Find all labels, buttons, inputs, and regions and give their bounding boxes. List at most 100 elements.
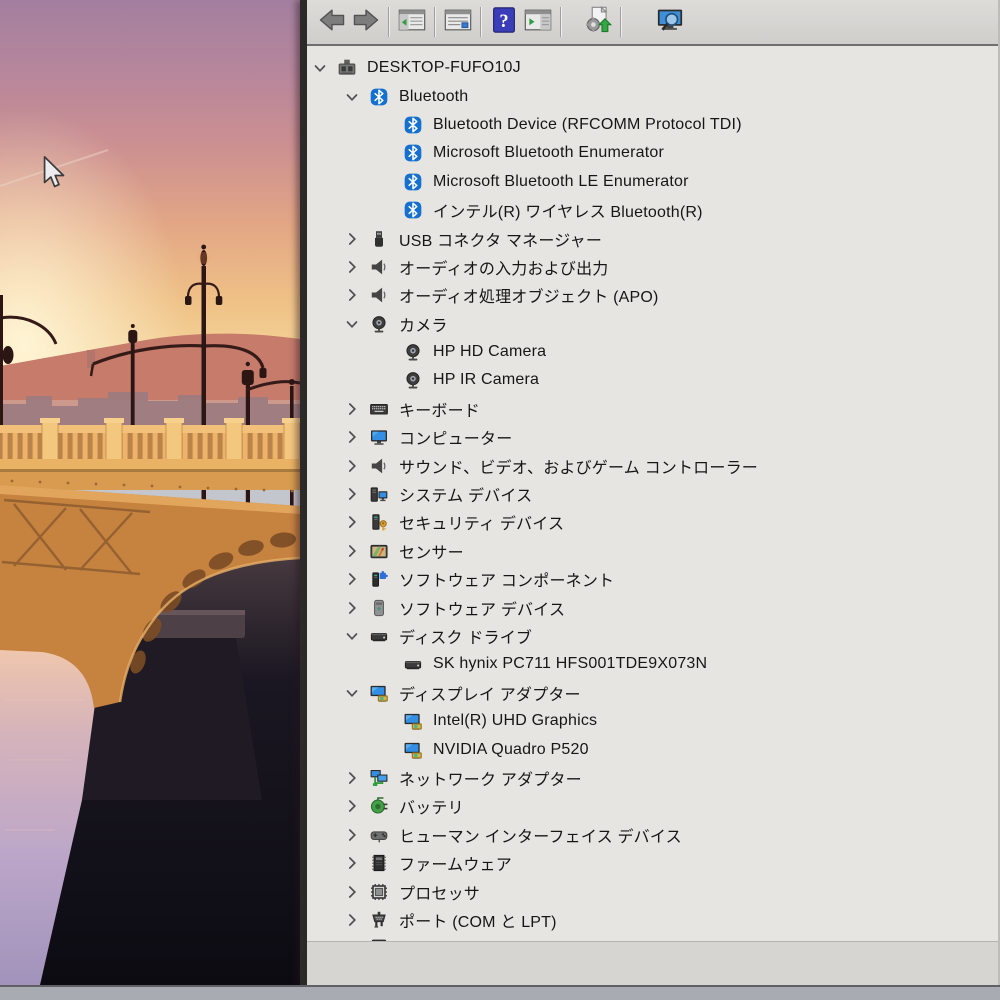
tree-item-label: ファームウェア xyxy=(399,857,512,875)
tree-item[interactable]: HP IR Camera xyxy=(307,366,998,394)
screen: ? DESKTOP-FUFO10J Bluetooth Bluetooth Devi… xyxy=(0,0,1000,1000)
svg-text:?: ? xyxy=(499,10,508,30)
expand-chevron-icon[interactable] xyxy=(343,854,361,872)
collapse-chevron-icon[interactable] xyxy=(343,627,361,645)
tree-item-label: ポート (COM と LPT) xyxy=(399,913,557,931)
tree-item[interactable]: Bluetooth Device (RFCOMM Protocol TDI) xyxy=(307,111,998,139)
tree-item[interactable]: サウンド、ビデオ、およびゲーム コントローラー xyxy=(307,451,998,479)
device-manager-window: ? DESKTOP-FUFO10J Bluetooth Bluetooth Devi… xyxy=(300,0,1000,985)
tree-item[interactable]: カメラ xyxy=(307,310,998,338)
device-tree: DESKTOP-FUFO10J Bluetooth Bluetooth Device… xyxy=(307,46,998,941)
tree-item-label: DESKTOP-FUFO10J xyxy=(367,59,521,77)
collapse-chevron-icon[interactable] xyxy=(343,88,361,106)
tree-item[interactable]: Microsoft Bluetooth LE Enumerator xyxy=(307,168,998,196)
expand-chevron-icon[interactable] xyxy=(343,570,361,588)
tree-item-clipped[interactable] xyxy=(307,934,998,941)
help-icon: ? xyxy=(489,5,519,40)
collapse-chevron-icon[interactable] xyxy=(343,684,361,702)
tree-item[interactable]: ソフトウェア デバイス xyxy=(307,593,998,621)
collapse-chevron-icon[interactable] xyxy=(311,59,329,77)
tree-item[interactable]: ファームウェア xyxy=(307,849,998,877)
tree-item[interactable]: SK hynix PC711 HFS001TDE9X073N xyxy=(307,650,998,678)
firmware-icon xyxy=(369,853,389,873)
tree-item-label: Intel(R) UHD Graphics xyxy=(433,712,598,730)
window-footer xyxy=(307,941,998,985)
security-device-icon xyxy=(369,512,389,532)
tree-item[interactable]: ディスプレイ アダプター xyxy=(307,679,998,707)
tree-item[interactable]: ヒューマン インターフェイス デバイス xyxy=(307,821,998,849)
tree-item-label: ディスプレイ アダプター xyxy=(399,686,581,704)
expand-chevron-icon[interactable] xyxy=(343,457,361,475)
update-driver-icon xyxy=(583,5,613,40)
expand-chevron-icon[interactable] xyxy=(343,599,361,617)
expand-chevron-icon[interactable] xyxy=(343,826,361,844)
processor-icon xyxy=(369,882,389,902)
tree-item-label: プロセッサ xyxy=(399,885,481,903)
display-adapter-icon xyxy=(403,711,423,731)
forward-button[interactable] xyxy=(349,4,383,40)
action-pane-button[interactable] xyxy=(521,4,555,40)
tree-item[interactable]: バッテリ xyxy=(307,792,998,820)
tree-item[interactable]: DESKTOP-FUFO10J xyxy=(307,54,998,82)
bluetooth-icon xyxy=(403,200,423,220)
computer-icon xyxy=(337,58,357,78)
tree-item-label: NVIDIA Quadro P520 xyxy=(433,740,589,758)
console-tree-button[interactable] xyxy=(395,4,429,40)
usb-icon xyxy=(369,229,389,249)
tree-item[interactable]: システム デバイス xyxy=(307,480,998,508)
expand-chevron-icon[interactable] xyxy=(343,286,361,304)
forward-arrow-icon xyxy=(351,5,381,40)
help-button[interactable]: ? xyxy=(487,4,521,40)
scan-hardware-button[interactable] xyxy=(653,4,687,40)
bluetooth-icon xyxy=(403,143,423,163)
expand-chevron-icon[interactable] xyxy=(343,230,361,248)
tree-item[interactable]: セキュリティ デバイス xyxy=(307,508,998,536)
tree-item[interactable]: オーディオの入力および出力 xyxy=(307,253,998,281)
tree-item-label: コンピューター xyxy=(399,431,513,449)
back-arrow-icon xyxy=(317,5,347,40)
tree-item[interactable]: Intel(R) UHD Graphics xyxy=(307,707,998,735)
tree-item[interactable]: ソフトウェア コンポーネント xyxy=(307,565,998,593)
expand-chevron-icon[interactable] xyxy=(343,428,361,446)
expand-chevron-icon[interactable] xyxy=(343,883,361,901)
expand-chevron-icon[interactable] xyxy=(343,513,361,531)
tree-item[interactable]: Bluetooth xyxy=(307,82,998,110)
tree-item[interactable]: プロセッサ xyxy=(307,877,998,905)
tree-item-label: ディスク ドライブ xyxy=(399,630,533,647)
expand-chevron-icon[interactable] xyxy=(343,400,361,418)
mouse-cursor xyxy=(43,156,65,188)
expand-chevron-icon[interactable] xyxy=(343,485,361,503)
tree-item-label: バッテリ xyxy=(399,800,464,818)
tree-item-label: HP HD Camera xyxy=(433,343,547,361)
tree-item[interactable]: ディスク ドライブ xyxy=(307,622,998,650)
toolbar-separator xyxy=(434,7,436,37)
tree-item[interactable]: センサー xyxy=(307,537,998,565)
expand-chevron-icon[interactable] xyxy=(343,769,361,787)
software-device-icon xyxy=(369,598,389,618)
tree-item[interactable]: ネットワーク アダプター xyxy=(307,764,998,792)
tree-item-label: オーディオ処理オブジェクト (APO) xyxy=(399,289,659,307)
collapse-chevron-icon[interactable] xyxy=(343,315,361,333)
expand-chevron-icon[interactable] xyxy=(343,542,361,560)
back-button[interactable] xyxy=(315,4,349,40)
tree-item[interactable]: USB コネクタ マネージャー xyxy=(307,224,998,252)
expand-chevron-icon[interactable] xyxy=(343,911,361,929)
tree-item[interactable]: Microsoft Bluetooth Enumerator xyxy=(307,139,998,167)
disk-drive-icon xyxy=(369,626,389,646)
tree-item-label: Bluetooth Device (RFCOMM Protocol TDI) xyxy=(433,115,742,133)
properties-window-icon xyxy=(443,5,473,40)
tree-item[interactable]: HP HD Camera xyxy=(307,338,998,366)
tree-item[interactable]: インテル(R) ワイヤレス Bluetooth(R) xyxy=(307,196,998,224)
properties-button[interactable] xyxy=(441,4,475,40)
expand-chevron-icon[interactable] xyxy=(343,258,361,276)
toolbar-separator xyxy=(480,7,482,37)
tree-item[interactable]: NVIDIA Quadro P520 xyxy=(307,735,998,763)
tree-item[interactable]: オーディオ処理オブジェクト (APO) xyxy=(307,281,998,309)
action-pane-window-icon xyxy=(523,5,553,40)
tree-item[interactable]: キーボード xyxy=(307,395,998,423)
update-driver-button[interactable] xyxy=(581,4,615,40)
tree-item-label: カメラ xyxy=(399,317,448,335)
tree-item[interactable]: ポート (COM と LPT) xyxy=(307,906,998,934)
tree-item[interactable]: コンピューター xyxy=(307,423,998,451)
expand-chevron-icon[interactable] xyxy=(343,797,361,815)
